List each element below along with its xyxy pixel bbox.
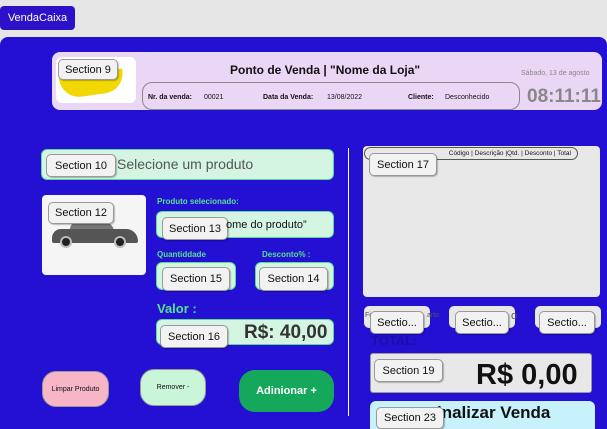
section-19-label: Section 19 xyxy=(374,359,443,382)
car-wheel-icon xyxy=(60,236,72,248)
cart-sub-mid-text: arto xyxy=(427,312,440,319)
section-17-label: Section 17 xyxy=(369,153,437,176)
client-name: Desconhecido xyxy=(445,94,490,101)
total-label: TOTAL: xyxy=(371,333,418,348)
current-time: 08:11:11 xyxy=(527,86,601,107)
discount-label: Desconto% : xyxy=(262,250,311,259)
app-tab[interactable]: VendaCaixa xyxy=(0,6,75,30)
section-c-label: Sectio... xyxy=(539,311,595,334)
remove-button[interactable]: Remover - xyxy=(140,369,206,406)
section-a-label: Sectio... xyxy=(370,311,424,334)
cart-sub-right-text: o xyxy=(511,310,518,322)
section-10-label: Section 10 xyxy=(46,154,116,177)
product-select-placeholder: Selecione um produto xyxy=(117,156,254,172)
section-14-label: Section 14 xyxy=(259,267,328,291)
sale-number: 00021 xyxy=(204,94,224,101)
quantity-label: Quantiddade xyxy=(157,250,206,259)
product-price: R$: 40,00 xyxy=(244,322,328,343)
value-label: Valor : xyxy=(157,301,197,316)
section-23-label: Section 23 xyxy=(376,407,444,429)
column-divider xyxy=(348,148,349,416)
section-12-label: Section 12 xyxy=(48,202,114,224)
section-9-label: Section 9 xyxy=(58,59,118,80)
selected-product-label: Produto selecionado: xyxy=(157,197,239,206)
section-16-label: Section 16 xyxy=(160,325,228,348)
total-value: R$ 0,00 xyxy=(476,359,578,391)
section-b-label: Sectio... xyxy=(455,311,509,334)
selected-product-name: ome do produto” xyxy=(226,219,307,231)
section-13-label: Section 13 xyxy=(162,217,228,240)
section-15-label: Section 15 xyxy=(162,267,230,291)
sale-date-label: Data da Venda: xyxy=(263,94,314,101)
finalize-sale-label: inalizar Venda xyxy=(437,403,551,422)
current-date: Sábado, 13 de agosto xyxy=(521,70,590,77)
sale-date: 13/08/2022 xyxy=(327,94,363,101)
add-button[interactable]: Adinionar + xyxy=(239,370,334,412)
sale-number-label: Nr. da venda: xyxy=(148,94,192,101)
clear-product-button[interactable]: Limpar Produto xyxy=(42,371,109,407)
client-label: Cliente: xyxy=(408,94,434,101)
store-title: Ponto de Venda | "Nome da Loja" xyxy=(230,63,421,77)
car-wheel-icon xyxy=(114,236,126,248)
